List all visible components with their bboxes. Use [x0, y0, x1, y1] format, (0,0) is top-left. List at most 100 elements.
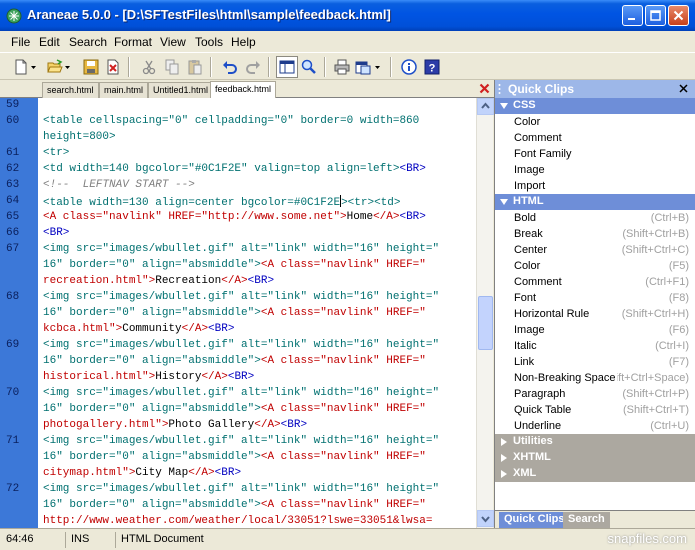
close-tab-icon[interactable]	[479, 83, 490, 94]
redo-button[interactable]	[242, 56, 264, 78]
scroll-thumb[interactable]	[478, 296, 493, 350]
clip-item[interactable]: Bold (Ctrl+B)	[495, 211, 695, 227]
tab-quick-clips[interactable]: Quick Clips	[499, 512, 570, 528]
close-file-button[interactable]	[102, 56, 124, 78]
code-line: 16" border="0" align="absmiddle"><A clas…	[43, 499, 426, 511]
scroll-up-icon	[481, 102, 490, 109]
new-file-dropdown[interactable]	[30, 56, 40, 78]
clip-item[interactable]: Paragraph (Shift+Ctrl+P)	[495, 387, 695, 403]
menu-tools[interactable]: Tools	[195, 35, 223, 49]
clip-item[interactable]: Link (F7)	[495, 355, 695, 371]
menu-help[interactable]: Help	[231, 35, 256, 49]
svg-text:?: ?	[429, 63, 436, 75]
code-line: <img src="images/wbullet.gif" alt="link"…	[43, 339, 440, 351]
close-panel-icon[interactable]	[678, 83, 689, 94]
expand-down-icon	[500, 103, 508, 109]
maximize-button[interactable]	[645, 5, 666, 26]
category-css[interactable]: CSS	[495, 98, 695, 114]
new-file-icon	[15, 59, 27, 75]
window-title: Araneae 5.0.0 - [D:\SFTestFiles\html\sam…	[27, 7, 391, 22]
quick-clips-title: Quick Clips	[508, 82, 575, 96]
document-type: HTML Document	[115, 532, 285, 548]
open-file-dropdown[interactable]	[64, 56, 74, 78]
open-file-button[interactable]	[44, 56, 66, 78]
save-button[interactable]	[80, 56, 102, 78]
code-line: recreation.html">Recreation</A><BR>	[43, 275, 275, 287]
browser-icon	[355, 61, 371, 75]
cut-button[interactable]	[138, 56, 160, 78]
menu-view[interactable]: View	[160, 35, 186, 49]
clip-item[interactable]: Italic (Ctrl+I)	[495, 339, 695, 355]
menu-file[interactable]: File	[11, 35, 30, 49]
close-window-button[interactable]	[668, 5, 689, 26]
expand-right-icon	[501, 438, 507, 446]
clip-item[interactable]: Import	[495, 179, 695, 195]
code-line: http://www.weather.com/weather/local/330…	[43, 515, 433, 527]
minimize-icon	[628, 18, 635, 20]
code-line: <img src="images/wbullet.gif" alt="link"…	[43, 243, 440, 255]
tab-untitled1-html[interactable]: Untitled1.html	[148, 82, 214, 98]
line-number: 63	[6, 179, 20, 191]
code-line: <BR>	[43, 227, 70, 239]
preview-button[interactable]	[276, 56, 298, 78]
scroll-down-button[interactable]	[477, 510, 494, 527]
tab-search-html[interactable]: search.html	[42, 82, 99, 98]
scroll-down-icon	[481, 516, 490, 523]
help-button[interactable]: ?	[421, 56, 443, 78]
clip-item[interactable]: Color (F5)	[495, 259, 695, 275]
category-xml[interactable]: XML	[495, 466, 695, 482]
menu-edit[interactable]: Edit	[39, 35, 60, 49]
clip-item[interactable]: Image (F6)	[495, 323, 695, 339]
title-bar[interactable]: Araneae 5.0.0 - [D:\SFTestFiles\html\sam…	[0, 0, 695, 31]
clip-item[interactable]: Image	[495, 163, 695, 179]
find-button[interactable]	[298, 56, 320, 78]
clip-item[interactable]: Color	[495, 115, 695, 131]
editor-area: search.html main.html Untitled1.html fee…	[0, 80, 494, 528]
clip-item[interactable]: Comment (Ctrl+F1)	[495, 275, 695, 291]
copy-button[interactable]	[161, 56, 183, 78]
clip-item[interactable]: Center (Shift+Ctrl+C)	[495, 243, 695, 259]
scroll-up-button[interactable]	[477, 98, 494, 115]
clip-item[interactable]: Underline (Ctrl+U)	[495, 419, 695, 435]
category-xhtml[interactable]: XHTML	[495, 450, 695, 466]
code-line: <A class="navlink" HREF="http://www.some…	[43, 211, 426, 223]
tab-feedback-html[interactable]: feedback.html	[210, 81, 277, 99]
editor-scrollbar[interactable]	[476, 98, 494, 528]
clip-item[interactable]: Font Family	[495, 147, 695, 163]
insert-mode: INS	[65, 532, 113, 548]
toolbar-separator	[210, 57, 212, 77]
tab-main-html[interactable]: main.html	[99, 82, 149, 98]
minimize-button[interactable]	[622, 5, 643, 26]
code-line: <table cellspacing="0" cellpadding="0" b…	[43, 115, 420, 127]
category-utilities[interactable]: Utilities	[495, 434, 695, 450]
help-icon: ?	[424, 59, 440, 75]
print-button[interactable]	[331, 56, 353, 78]
undo-button[interactable]	[219, 56, 241, 78]
toolbar: ?	[0, 52, 695, 80]
code-editor[interactable]: <table cellspacing="0" cellpadding="0" b…	[38, 98, 476, 528]
clip-item[interactable]: Comment	[495, 131, 695, 147]
category-html[interactable]: HTML	[495, 194, 695, 210]
info-button[interactable]	[398, 56, 420, 78]
menu-format[interactable]: Format	[114, 35, 152, 49]
code-line: citymap.html">City Map</A><BR>	[43, 467, 242, 479]
tab-search[interactable]: Search	[563, 512, 610, 528]
menu-search[interactable]: Search	[69, 35, 107, 49]
clip-item[interactable]: Break (Shift+Ctrl+B)	[495, 227, 695, 243]
browser-dropdown[interactable]	[374, 56, 384, 78]
clip-item[interactable]: Quick Table (Shift+Ctrl+T)	[495, 403, 695, 419]
close-icon	[673, 10, 684, 21]
line-number: 71	[6, 435, 20, 447]
find-icon	[301, 59, 316, 74]
line-number: 64	[6, 195, 20, 207]
clip-item[interactable]: Horizontal Rule (Shift+Ctrl+H)	[495, 307, 695, 323]
clip-item[interactable]: ift+Ctrl+Space) Non-Breaking Space	[495, 371, 695, 387]
clip-item[interactable]: Font (F8)	[495, 291, 695, 307]
grip-icon[interactable]	[498, 83, 501, 95]
browser-preview-button[interactable]	[352, 56, 374, 78]
paste-button[interactable]	[184, 56, 206, 78]
save-icon	[83, 59, 99, 75]
new-file-button[interactable]	[10, 56, 32, 78]
app-icon	[6, 8, 22, 24]
line-number: 67	[6, 243, 20, 255]
